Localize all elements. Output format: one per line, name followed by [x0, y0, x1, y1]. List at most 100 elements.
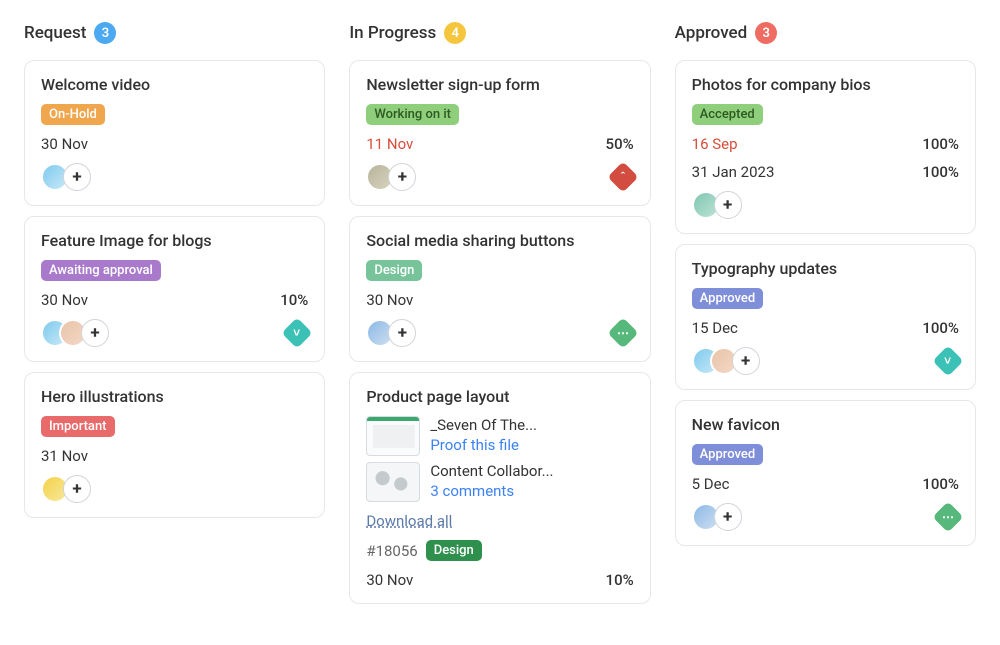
status-tag: Design: [366, 260, 422, 281]
add-assignee-button[interactable]: +: [63, 163, 91, 191]
column-title: Approved: [675, 23, 748, 43]
card-footer: +⋯: [692, 503, 959, 531]
card-title: Social media sharing buttons: [366, 231, 633, 250]
attachment-filename: Content Collabor...: [430, 462, 553, 480]
assignee-list: +: [692, 347, 760, 375]
card-title: Newsletter sign-up form: [366, 75, 633, 94]
card-progress: 10%: [606, 571, 634, 589]
card-title: Hero illustrations: [41, 387, 308, 406]
card-meta-row: 31 Nov: [41, 447, 308, 465]
card-date: 5 Dec: [692, 475, 730, 493]
column-header: In Progress 4: [349, 22, 650, 44]
add-assignee-button[interactable]: +: [63, 475, 91, 503]
attachment-row[interactable]: _Seven Of The...Proof this file: [366, 416, 633, 456]
card-meta-row: 30 Nov: [366, 291, 633, 309]
card-progress: 100%: [922, 135, 959, 153]
add-assignee-button[interactable]: +: [732, 347, 760, 375]
card-title: New favicon: [692, 415, 959, 434]
board-column: In Progress 4 Newsletter sign-up form Worki…: [349, 22, 650, 604]
status-tag: Approved: [692, 444, 764, 465]
card-date: 15 Dec: [692, 319, 738, 337]
card-title: Feature Image for blogs: [41, 231, 308, 250]
card-meta-row: 15 Dec 100%: [692, 319, 959, 337]
status-tag: Approved: [692, 288, 764, 309]
card-title: Typography updates: [692, 259, 959, 278]
card-ref-tag: Design: [426, 540, 482, 561]
avatar-group: [692, 347, 738, 375]
card-date-secondary: 31 Jan 2023: [692, 163, 775, 181]
card-date: 11 Nov: [366, 135, 413, 153]
status-tag: On-Hold: [41, 104, 105, 125]
task-card[interactable]: Typography updatesApproved15 Dec100%+˅: [675, 244, 976, 390]
status-tag: Accepted: [692, 104, 763, 125]
card-meta-row: 30 Nov10%: [366, 571, 633, 589]
status-tag: Working on it: [366, 104, 459, 125]
priority-glyph: ⋯: [942, 510, 954, 524]
column-header: Request3: [24, 22, 325, 44]
task-card[interactable]: Feature Image for blogs Awaiting approval…: [24, 216, 325, 362]
card-progress: 100%: [922, 475, 959, 493]
card-date: 30 Nov: [41, 291, 88, 309]
assignee-list: +: [366, 319, 416, 347]
status-tag: Awaiting approval: [41, 260, 161, 281]
priority-icon[interactable]: ⋯: [607, 317, 638, 348]
column-count-badge: 4: [444, 22, 466, 44]
column-title: In Progress: [349, 23, 436, 43]
board-column: Approved 3 Photos for company bios Accepted…: [675, 22, 976, 604]
priority-icon[interactable]: ˅: [282, 317, 313, 348]
attachment-meta: _Seven Of The...Proof this file: [430, 416, 537, 454]
card-footer: +: [41, 163, 308, 191]
card-progress: 100%: [922, 319, 959, 337]
add-assignee-button[interactable]: +: [714, 503, 742, 531]
task-card[interactable]: Hero illustrations Important 31 Nov +: [24, 372, 325, 518]
priority-icon[interactable]: ⋯: [932, 501, 963, 532]
card-date: 31 Nov: [41, 447, 88, 465]
priority-icon[interactable]: ˅: [932, 345, 963, 376]
card-ref: #18056: [366, 542, 417, 560]
attachment-list: _Seven Of The...Proof this file Content C…: [366, 416, 633, 502]
attachment-thumbnail[interactable]: [366, 462, 420, 502]
attachment-thumbnail[interactable]: [366, 416, 420, 456]
card-date: 16 Sep: [692, 135, 738, 153]
card-title: Photos for company bios: [692, 75, 959, 94]
card-meta-row-secondary: 31 Jan 2023 100%: [692, 163, 959, 181]
column-header: Approved 3: [675, 22, 976, 44]
download-all-link[interactable]: Download all: [366, 512, 633, 530]
task-card[interactable]: Photos for company bios Accepted 16 Sep 100…: [675, 60, 976, 234]
card-progress: 50%: [606, 135, 634, 153]
column-count-badge: 3: [94, 22, 116, 44]
card-footer: +⋯: [366, 319, 633, 347]
add-assignee-button[interactable]: +: [388, 163, 416, 191]
task-card[interactable]: Product page layout_Seven Of The...Proof…: [349, 372, 650, 604]
attachment-row[interactable]: Content Collabor... 3 comments: [366, 462, 633, 502]
attachment-action-link[interactable]: 3 comments: [430, 482, 553, 500]
priority-glyph: ˅: [294, 326, 301, 340]
priority-icon[interactable]: ˆ: [607, 161, 638, 192]
task-card[interactable]: Newsletter sign-up form Working on it 11 N…: [349, 60, 650, 206]
add-assignee-button[interactable]: +: [81, 319, 109, 347]
add-assignee-button[interactable]: +: [388, 319, 416, 347]
card-title: Welcome video: [41, 75, 308, 94]
card-footer: +: [692, 191, 959, 219]
assignee-list: +: [41, 475, 91, 503]
attachment-action-link[interactable]: Proof this file: [430, 436, 537, 454]
assignee-list: +: [366, 163, 416, 191]
task-card[interactable]: Social media sharing buttons Design 30 Nov…: [349, 216, 650, 362]
card-footer: +˅: [692, 347, 959, 375]
card-meta-row: 16 Sep 100%: [692, 135, 959, 153]
card-progress: 100%: [922, 163, 959, 181]
assignee-list: +: [692, 191, 742, 219]
priority-glyph: ˆ: [620, 170, 626, 184]
column-count-badge: 3: [755, 22, 777, 44]
card-meta-row: 30 Nov10%: [41, 291, 308, 309]
assignee-list: +: [692, 503, 742, 531]
card-date: 30 Nov: [41, 135, 88, 153]
card-footer: +ˆ: [366, 163, 633, 191]
status-tag: Important: [41, 416, 115, 437]
add-assignee-button[interactable]: +: [714, 191, 742, 219]
board-column: Request3Welcome videoOn-Hold30 Nov+Featu…: [24, 22, 325, 604]
task-card[interactable]: New faviconApproved5 Dec100%+⋯: [675, 400, 976, 546]
task-card[interactable]: Welcome video On-Hold 30 Nov +: [24, 60, 325, 206]
priority-glyph: ˅: [944, 354, 951, 368]
card-date: 30 Nov: [366, 291, 413, 309]
